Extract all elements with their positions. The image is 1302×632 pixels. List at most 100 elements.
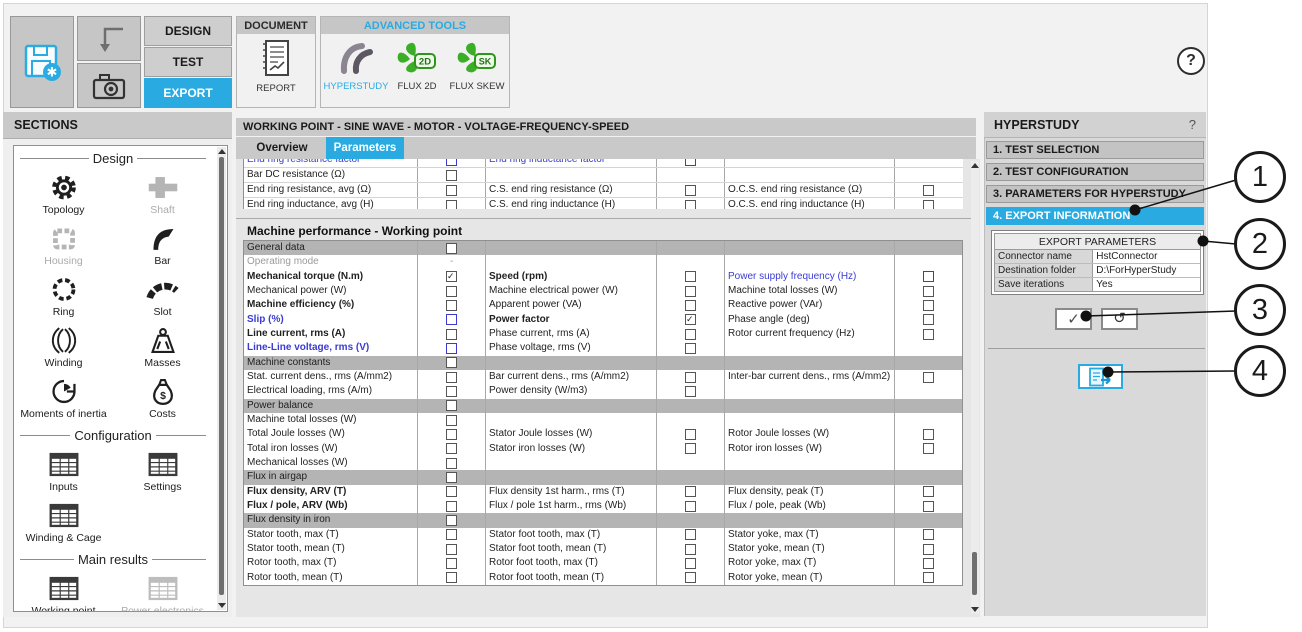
param-checkbox-unchecked[interactable] bbox=[446, 429, 457, 440]
mode-tab-export[interactable]: EXPORT bbox=[144, 78, 232, 108]
param-checkbox-unchecked[interactable] bbox=[685, 286, 696, 297]
flux2d-tool-button[interactable]: 2D FLUX 2D bbox=[391, 39, 443, 92]
hyperstudy-step-2[interactable]: 2. TEST CONFIGURATION bbox=[986, 163, 1204, 181]
sidebar-item-costs[interactable]: $Costs bbox=[113, 372, 212, 423]
param-checkbox-unchecked[interactable] bbox=[446, 185, 457, 196]
param-checkbox-unchecked[interactable] bbox=[685, 501, 696, 512]
save-button[interactable]: ✱ bbox=[10, 16, 74, 108]
param-checkbox-checked[interactable] bbox=[446, 271, 457, 282]
param-checkbox-unchecked[interactable] bbox=[923, 286, 934, 297]
sidebar-item-inputs[interactable]: Inputs bbox=[14, 445, 113, 496]
param-checkbox-unchecked[interactable] bbox=[446, 372, 457, 383]
sidebar-item-moments-of-inertia[interactable]: Moments of inertia bbox=[14, 372, 113, 423]
param-checkbox-unchecked[interactable] bbox=[446, 286, 457, 297]
param-checkbox-checked[interactable] bbox=[685, 314, 696, 325]
param-checkbox-unchecked[interactable] bbox=[446, 200, 457, 210]
sidebar-scrollbar[interactable] bbox=[217, 147, 226, 610]
param-checkbox-unchecked[interactable] bbox=[446, 386, 457, 397]
param-checkbox-unchecked[interactable] bbox=[685, 544, 696, 555]
main-tab-overview[interactable]: Overview bbox=[240, 137, 324, 159]
param-checkbox-unchecked[interactable] bbox=[446, 558, 457, 569]
hyperstudy-step-3[interactable]: 3. PARAMETERS FOR HYPERSTUDY bbox=[986, 185, 1204, 203]
export-param-value[interactable]: Yes bbox=[1093, 278, 1200, 291]
param-checkbox-unchecked[interactable] bbox=[923, 529, 934, 540]
help-button[interactable]: ? bbox=[1177, 47, 1205, 75]
param-checkbox-unchecked[interactable] bbox=[685, 372, 696, 383]
param-checkbox-unchecked[interactable] bbox=[446, 486, 457, 497]
param-checkbox-unchecked[interactable] bbox=[446, 300, 457, 311]
param-checkbox-unchecked[interactable] bbox=[923, 429, 934, 440]
param-checkbox-unchecked[interactable] bbox=[446, 357, 457, 368]
param-checkbox-unchecked[interactable] bbox=[446, 243, 457, 254]
sidebar-item-bar[interactable]: Bar bbox=[113, 219, 212, 270]
param-checkbox-unchecked[interactable] bbox=[923, 558, 934, 569]
param-checkbox-unchecked[interactable] bbox=[446, 515, 457, 526]
param-checkbox-unchecked[interactable] bbox=[446, 415, 457, 426]
sidebar-item-winding[interactable]: Winding bbox=[14, 321, 113, 372]
param-checkbox-unchecked[interactable] bbox=[923, 329, 934, 340]
sidebar-item-slot[interactable]: Slot bbox=[113, 270, 212, 321]
param-checkbox-unchecked[interactable] bbox=[446, 472, 457, 483]
sidebar-item-settings[interactable]: Settings bbox=[113, 445, 212, 496]
hyperstudy-tool-button[interactable]: HYPERSTUDY bbox=[325, 39, 387, 92]
param-checkbox-unchecked[interactable] bbox=[923, 544, 934, 555]
param-checkbox-unchecked[interactable] bbox=[446, 501, 457, 512]
param-checkbox-unchecked[interactable] bbox=[685, 558, 696, 569]
param-checkbox-unchecked[interactable] bbox=[685, 300, 696, 311]
sidebar-scroll-down-icon[interactable] bbox=[218, 603, 226, 608]
mode-tab-test[interactable]: TEST bbox=[144, 47, 232, 77]
param-checkbox-unchecked[interactable] bbox=[446, 329, 457, 340]
snapshot-button[interactable] bbox=[77, 63, 141, 108]
param-checkbox-unchecked[interactable] bbox=[923, 314, 934, 325]
param-checkbox-unchecked[interactable] bbox=[446, 458, 457, 469]
main-scroll-thumb[interactable] bbox=[972, 552, 977, 595]
mode-tab-design[interactable]: DESIGN bbox=[144, 16, 232, 46]
sidebar-scroll-up-icon[interactable] bbox=[218, 149, 226, 154]
param-checkbox-unchecked[interactable] bbox=[923, 300, 934, 311]
param-checkbox-unchecked[interactable] bbox=[446, 170, 457, 181]
import-arrow-button[interactable] bbox=[77, 16, 141, 61]
param-checkbox-unchecked[interactable] bbox=[446, 572, 457, 583]
param-checkbox-unchecked[interactable] bbox=[685, 386, 696, 397]
param-checkbox-unchecked[interactable] bbox=[923, 443, 934, 454]
sidebar-item-ring[interactable]: Ring bbox=[14, 270, 113, 321]
param-checkbox-unchecked[interactable] bbox=[685, 159, 696, 166]
hyperstudy-help-label[interactable]: ? bbox=[1189, 117, 1196, 132]
param-checkbox-unchecked[interactable] bbox=[685, 343, 696, 354]
param-checkbox-unchecked[interactable] bbox=[446, 544, 457, 555]
validate-button[interactable]: ✓ bbox=[1055, 308, 1092, 330]
param-checkbox-unchecked[interactable] bbox=[685, 429, 696, 440]
param-checkbox-unchecked[interactable] bbox=[685, 443, 696, 454]
param-checkbox-unchecked[interactable] bbox=[923, 185, 934, 196]
hyperstudy-step-1[interactable]: 1. TEST SELECTION bbox=[986, 141, 1204, 159]
sidebar-item-topology[interactable]: Topology bbox=[14, 168, 113, 219]
param-checkbox-unchecked[interactable] bbox=[446, 443, 457, 454]
main-tab-parameters[interactable]: Parameters bbox=[326, 137, 404, 159]
param-checkbox-unchecked[interactable] bbox=[446, 400, 457, 411]
reset-button[interactable]: ↺ bbox=[1101, 308, 1138, 330]
main-scroll-up-icon[interactable] bbox=[971, 163, 979, 168]
param-checkbox-unchecked[interactable] bbox=[923, 200, 934, 210]
param-checkbox-unchecked[interactable] bbox=[923, 372, 934, 383]
param-checkbox-unchecked[interactable] bbox=[923, 501, 934, 512]
param-checkbox-unchecked[interactable] bbox=[685, 185, 696, 196]
export-param-value[interactable]: D:\ForHyperStudy bbox=[1093, 264, 1200, 277]
param-checkbox-unchecked[interactable] bbox=[446, 314, 457, 325]
param-checkbox-unchecked[interactable] bbox=[923, 271, 934, 282]
hyperstudy-step-4[interactable]: 4. EXPORT INFORMATION bbox=[986, 207, 1204, 225]
main-table-scrollbar[interactable] bbox=[971, 161, 979, 614]
param-checkbox-unchecked[interactable] bbox=[685, 529, 696, 540]
export-param-value[interactable]: HstConnector bbox=[1093, 250, 1200, 263]
param-checkbox-unchecked[interactable] bbox=[446, 159, 457, 166]
param-checkbox-unchecked[interactable] bbox=[446, 343, 457, 354]
param-checkbox-unchecked[interactable] bbox=[923, 486, 934, 497]
sidebar-item-working-point[interactable]: Working point bbox=[14, 569, 113, 612]
param-checkbox-unchecked[interactable] bbox=[685, 200, 696, 210]
main-scroll-down-icon[interactable] bbox=[971, 607, 979, 612]
param-checkbox-unchecked[interactable] bbox=[923, 572, 934, 583]
sidebar-scroll-thumb[interactable] bbox=[219, 157, 224, 595]
param-checkbox-unchecked[interactable] bbox=[446, 529, 457, 540]
fluxskew-tool-button[interactable]: SK FLUX SKEW bbox=[447, 39, 507, 92]
sidebar-item-winding-cage[interactable]: Winding & Cage bbox=[14, 496, 113, 547]
param-checkbox-unchecked[interactable] bbox=[685, 271, 696, 282]
